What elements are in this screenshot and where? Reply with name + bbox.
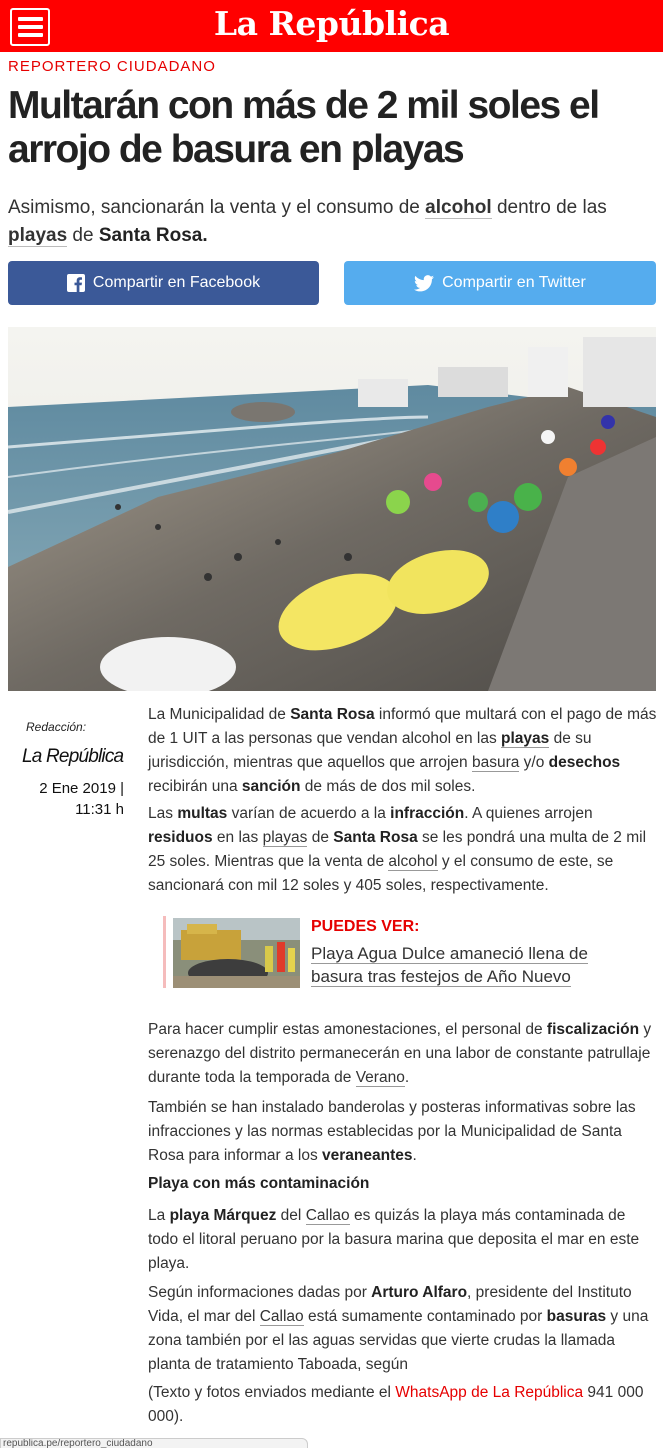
tag-link-alcohol[interactable]: alcohol — [388, 853, 438, 871]
status-bar-url: republica.pe/reportero_ciudadano — [0, 1438, 308, 1448]
text: La Municipalidad de — [148, 706, 291, 723]
article-dek: Asimismo, sancionarán la venta y el cons… — [8, 194, 608, 250]
text: (Texto y fotos enviados mediante el — [148, 1384, 396, 1401]
whatsapp-link[interactable]: WhatsApp de La República — [395, 1384, 583, 1401]
paragraph-4: También se han instalado banderolas y po… — [148, 1096, 658, 1168]
site-logo[interactable]: La República — [0, 4, 663, 43]
section-label[interactable]: REPORTERO CIUDADANO — [8, 58, 216, 75]
byline-author[interactable]: La República — [22, 746, 124, 768]
bold-santa-rosa: Santa Rosa — [290, 706, 375, 723]
tag-link-callao[interactable]: Callao — [305, 1207, 350, 1225]
beach-illustration — [8, 327, 656, 691]
related-article-title[interactable]: Playa Agua Dulce amaneció llena de basur… — [311, 942, 611, 988]
text: Las — [148, 805, 178, 822]
text: La — [148, 1207, 170, 1224]
text: recibirán una — [148, 778, 242, 795]
tag-link-callao[interactable]: Callao — [259, 1308, 304, 1326]
related-article-thumbnail[interactable] — [173, 918, 300, 988]
bold-basuras: basuras — [546, 1308, 607, 1325]
bold-santa-rosa: Santa Rosa — [333, 829, 418, 846]
related-article-card[interactable]: PUEDES VER: Playa Agua Dulce amaneció ll… — [163, 916, 623, 988]
related-thumbnail-illustration — [173, 918, 300, 988]
bold-arturo-alfaro: Arturo Alfaro — [371, 1284, 468, 1301]
tag-link-basura[interactable]: basura — [471, 754, 520, 772]
bold-desechos: desechos — [548, 754, 621, 771]
hero-beach-photo — [8, 327, 656, 691]
related-kicker: PUEDES VER: — [311, 918, 420, 935]
share-twitter-label: Compartir en Twitter — [442, 274, 586, 291]
text: Para hacer cumplir estas amonestaciones,… — [148, 1021, 547, 1038]
article-headline: Multarán con más de 2 mil soles el arroj… — [8, 84, 600, 171]
paragraph-2: Las multas varían de acuerdo a la infrac… — [148, 802, 658, 898]
dek-text: Asimismo, sancionarán la venta y el cons… — [8, 197, 426, 218]
bold-infraccion: infracción — [390, 805, 465, 822]
text: . — [404, 1069, 410, 1086]
twitter-bird-icon — [414, 274, 435, 292]
dek-text: dentro de las — [491, 197, 607, 218]
tag-link-playas[interactable]: playas — [262, 829, 308, 847]
paragraph-6: Según informaciones dadas por Arturo Alf… — [148, 1281, 658, 1377]
bold-fiscalizacion: fiscalización — [546, 1021, 640, 1038]
publish-date: 2 Ene 2019 | 11:31 h — [39, 780, 124, 818]
tag-link-alcohol[interactable]: alcohol — [425, 197, 492, 219]
text: de más de dos mil soles. — [300, 778, 476, 795]
subheading: Playa con más contaminación — [148, 1175, 370, 1192]
text: Según informaciones dadas por — [148, 1284, 372, 1301]
tag-link-playas[interactable]: playas — [8, 225, 68, 247]
paragraph-5: La playa Márquez del Callao es quizás la… — [148, 1204, 658, 1276]
tag-link-verano[interactable]: Verano — [355, 1069, 405, 1087]
bold-playa-marquez: playa Márquez — [169, 1207, 277, 1224]
bold-sancion: sanción — [241, 778, 301, 795]
paragraph-7: (Texto y fotos enviados mediante el What… — [148, 1381, 658, 1429]
tag-link-playas[interactable]: playas — [501, 730, 550, 748]
dek-text: de — [67, 225, 99, 246]
top-navbar: La República — [0, 0, 663, 52]
text: de — [307, 829, 334, 846]
dek-keyword-santa-rosa: Santa Rosa. — [98, 225, 208, 246]
paragraph-1: La Municipalidad de Santa Rosa informó q… — [148, 703, 658, 799]
paragraph-3: Para hacer cumplir estas amonestaciones,… — [148, 1018, 658, 1090]
text: del — [276, 1207, 306, 1224]
facebook-icon — [66, 274, 85, 292]
share-twitter-button[interactable]: Compartir en Twitter — [344, 261, 656, 305]
share-facebook-button[interactable]: Compartir en Facebook — [8, 261, 319, 305]
text: . — [412, 1147, 417, 1164]
text: y/o — [519, 754, 549, 771]
byline-label: Redacción: — [26, 720, 87, 734]
text: en las — [212, 829, 263, 846]
bold-residuos: residuos — [148, 829, 213, 846]
share-facebook-label: Compartir en Facebook — [92, 274, 261, 291]
text: está sumamente contaminado por — [303, 1308, 547, 1325]
bold-multas: multas — [177, 805, 228, 822]
text: . A quienes arrojen — [464, 805, 593, 822]
text: varían de acuerdo a la — [227, 805, 391, 822]
related-article-link[interactable]: Playa Agua Dulce amaneció llena de basur… — [311, 944, 588, 987]
bold-veraneantes: veraneantes — [322, 1147, 413, 1164]
